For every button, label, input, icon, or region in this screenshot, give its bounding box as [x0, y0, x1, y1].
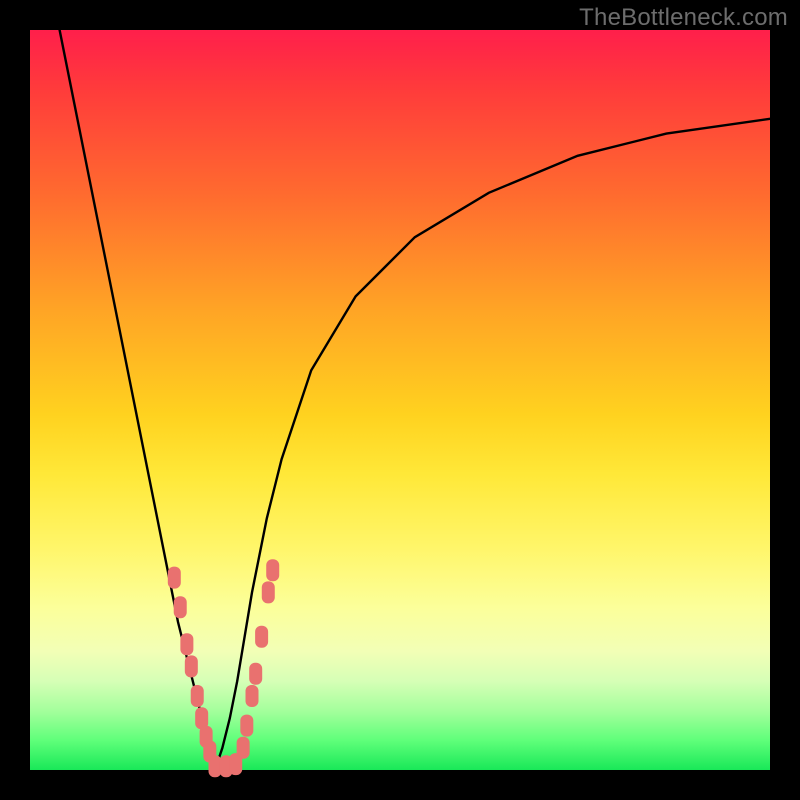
data-marker — [168, 567, 181, 589]
data-marker — [266, 559, 279, 581]
data-marker — [174, 596, 187, 618]
data-marker — [191, 685, 204, 707]
data-marker — [255, 626, 268, 648]
data-marker — [237, 737, 250, 759]
watermark-text: TheBottleneck.com — [579, 4, 788, 32]
right-branch-curve — [215, 119, 770, 770]
data-marker — [240, 715, 253, 737]
curve-layer — [30, 30, 770, 770]
data-marker — [249, 663, 262, 685]
data-marker — [209, 755, 222, 777]
chart-frame: TheBottleneck.com — [0, 0, 800, 800]
data-marker — [246, 685, 259, 707]
data-marker — [180, 633, 193, 655]
data-marker — [185, 655, 198, 677]
plot-area — [30, 30, 770, 770]
data-marker — [262, 581, 275, 603]
